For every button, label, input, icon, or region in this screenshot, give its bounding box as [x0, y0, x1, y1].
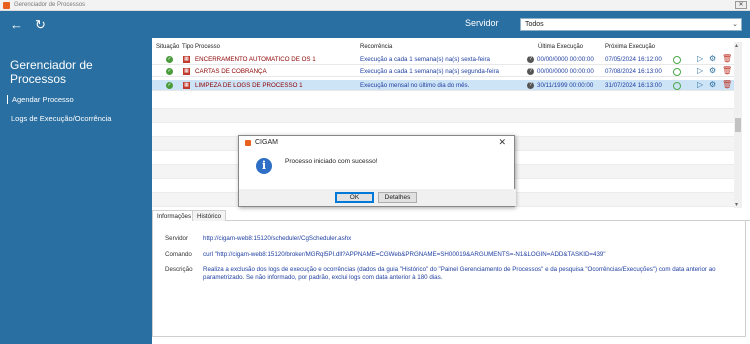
- info-panel: Servidor http://cigam-web8:15120/schedul…: [152, 221, 746, 337]
- sidebar-item-agendar-processo[interactable]: Agendar Processo: [7, 95, 74, 104]
- scroll-down-icon[interactable]: ▾: [735, 201, 738, 208]
- gear-icon[interactable]: ⚙: [709, 80, 716, 89]
- sidebar-item-logs[interactable]: Logs de Execução/Ocorrência: [7, 114, 111, 123]
- server-select-value: Todos: [525, 21, 544, 28]
- table-row[interactable]: ✓ ▦ ENCERRAMENTO AUTOMATICO DE OS 1 Exec…: [152, 54, 734, 65]
- status-idle-icon: [673, 82, 681, 90]
- empty-row: [152, 95, 734, 109]
- success-check-icon: ✓: [166, 82, 173, 89]
- process-type-icon: ▦: [183, 56, 190, 63]
- cigam-logo-icon: [245, 140, 251, 146]
- success-check-icon: ✓: [166, 68, 173, 75]
- column-header-tipo[interactable]: Tipo: [182, 44, 193, 50]
- success-dialog: CIGAM ✕ i Processo iniciado com sucesso!…: [238, 135, 516, 207]
- process-name: CARTAS DE COBRANÇA: [195, 68, 267, 75]
- process-type-icon: ▦: [183, 82, 190, 89]
- gear-icon[interactable]: ⚙: [709, 66, 716, 75]
- details-button[interactable]: Detalhes: [378, 192, 417, 203]
- server-label: Servidor: [465, 18, 499, 28]
- last-execution: 00/00/0000 00:00:00: [537, 68, 594, 75]
- sidebar: Gerenciador de Processos Agendar Process…: [0, 38, 152, 344]
- trash-icon[interactable]: 🗑: [722, 66, 732, 75]
- dialog-message: Processo iniciado com sucesso!: [285, 158, 378, 165]
- tab-bar: Informações Histórico: [152, 210, 750, 221]
- sidebar-heading: Gerenciador de Processos: [10, 58, 93, 86]
- window-title: Gerenciador de Processos: [14, 2, 86, 8]
- help-icon: ?: [527, 82, 534, 89]
- column-header-situacao[interactable]: Situação: [156, 44, 179, 50]
- last-execution: 30/11/1999 00:00:00: [537, 82, 594, 89]
- process-recurrence: Execução mensal no último dia do mês.: [360, 82, 470, 89]
- process-recurrence: Execução a cada 1 semana(s) na(s) segund…: [360, 68, 499, 75]
- dialog-footer: OK Detalhes: [239, 189, 516, 206]
- column-header-ultima-execucao[interactable]: Última Execução: [538, 44, 583, 50]
- empty-row: [152, 109, 734, 123]
- scroll-up-icon[interactable]: ▴: [735, 42, 738, 49]
- process-type-icon: ▦: [183, 68, 190, 75]
- command-label: Comando: [165, 251, 192, 258]
- trash-icon[interactable]: 🗑: [722, 80, 732, 89]
- dialog-close-button[interactable]: ✕: [498, 137, 506, 148]
- next-execution: 07/08/2024 16:13:00: [605, 68, 662, 75]
- top-header: ← ↻ Servidor Todos ⌄: [0, 11, 750, 38]
- help-icon: ?: [527, 56, 534, 63]
- dialog-title: CIGAM: [255, 139, 278, 146]
- gear-icon[interactable]: ⚙: [709, 54, 716, 63]
- table-row-selected[interactable]: ✓ ▦ LIMPEZA DE LOGS DE PROCESSO 1 Execuç…: [152, 80, 734, 91]
- status-idle-icon: [673, 56, 681, 64]
- description-label: Descrição: [165, 266, 193, 273]
- play-icon[interactable]: ▷: [697, 66, 703, 75]
- play-icon[interactable]: ▷: [697, 54, 703, 63]
- window-titlebar: Gerenciador de Processos ✕: [0, 0, 750, 11]
- column-header-processo[interactable]: Processo: [195, 44, 220, 50]
- tab-historico[interactable]: Histórico: [192, 210, 227, 221]
- refresh-icon[interactable]: ↻: [35, 17, 46, 33]
- help-icon: ?: [527, 68, 534, 75]
- column-header-proxima-execucao[interactable]: Próxima Execução: [605, 44, 655, 50]
- success-check-icon: ✓: [166, 56, 173, 63]
- process-name: LIMPEZA DE LOGS DE PROCESSO 1: [195, 82, 303, 89]
- process-name: ENCERRAMENTO AUTOMATICO DE OS 1: [195, 56, 316, 63]
- ok-button[interactable]: OK: [335, 192, 374, 203]
- info-icon: i: [256, 158, 272, 174]
- back-arrow-icon[interactable]: ←: [10, 17, 23, 32]
- scrollbar-thumb[interactable]: [735, 118, 741, 132]
- server-info-value: http://cigam-web8:15120/scheduler/CgSche…: [203, 235, 352, 242]
- trash-icon[interactable]: 🗑: [722, 54, 732, 63]
- chevron-down-icon: ⌄: [732, 21, 738, 28]
- window-close-button[interactable]: ✕: [735, 1, 747, 9]
- next-execution: 31/07/2024 16:13:00: [605, 82, 662, 89]
- status-idle-icon: [673, 68, 681, 76]
- column-header-recorrencia[interactable]: Recorrência: [360, 44, 392, 50]
- description-value: Realiza a exclusão dos logs de execução …: [203, 266, 716, 281]
- process-recurrence: Execução a cada 1 semana(s) na(s) sexta-…: [360, 56, 490, 63]
- play-icon[interactable]: ▷: [697, 80, 703, 89]
- vertical-scrollbar[interactable]: ▴ ▾: [734, 42, 742, 208]
- table-row[interactable]: ✓ ▦ CARTAS DE COBRANÇA Execução a cada 1…: [152, 66, 734, 77]
- server-select[interactable]: Todos ⌄: [520, 18, 742, 31]
- last-execution: 00/00/0000 00:00:00: [537, 56, 594, 63]
- command-value: curl "http://cigam-web8:15120/broker/MGR…: [203, 251, 606, 258]
- tab-informacoes[interactable]: Informações: [152, 210, 197, 221]
- server-info-label: Servidor: [165, 235, 189, 242]
- next-execution: 07/05/2024 16:12:00: [605, 56, 662, 63]
- app-icon: [3, 1, 10, 9]
- grid-header: Situação Tipo Processo Recorrência Últim…: [152, 42, 742, 52]
